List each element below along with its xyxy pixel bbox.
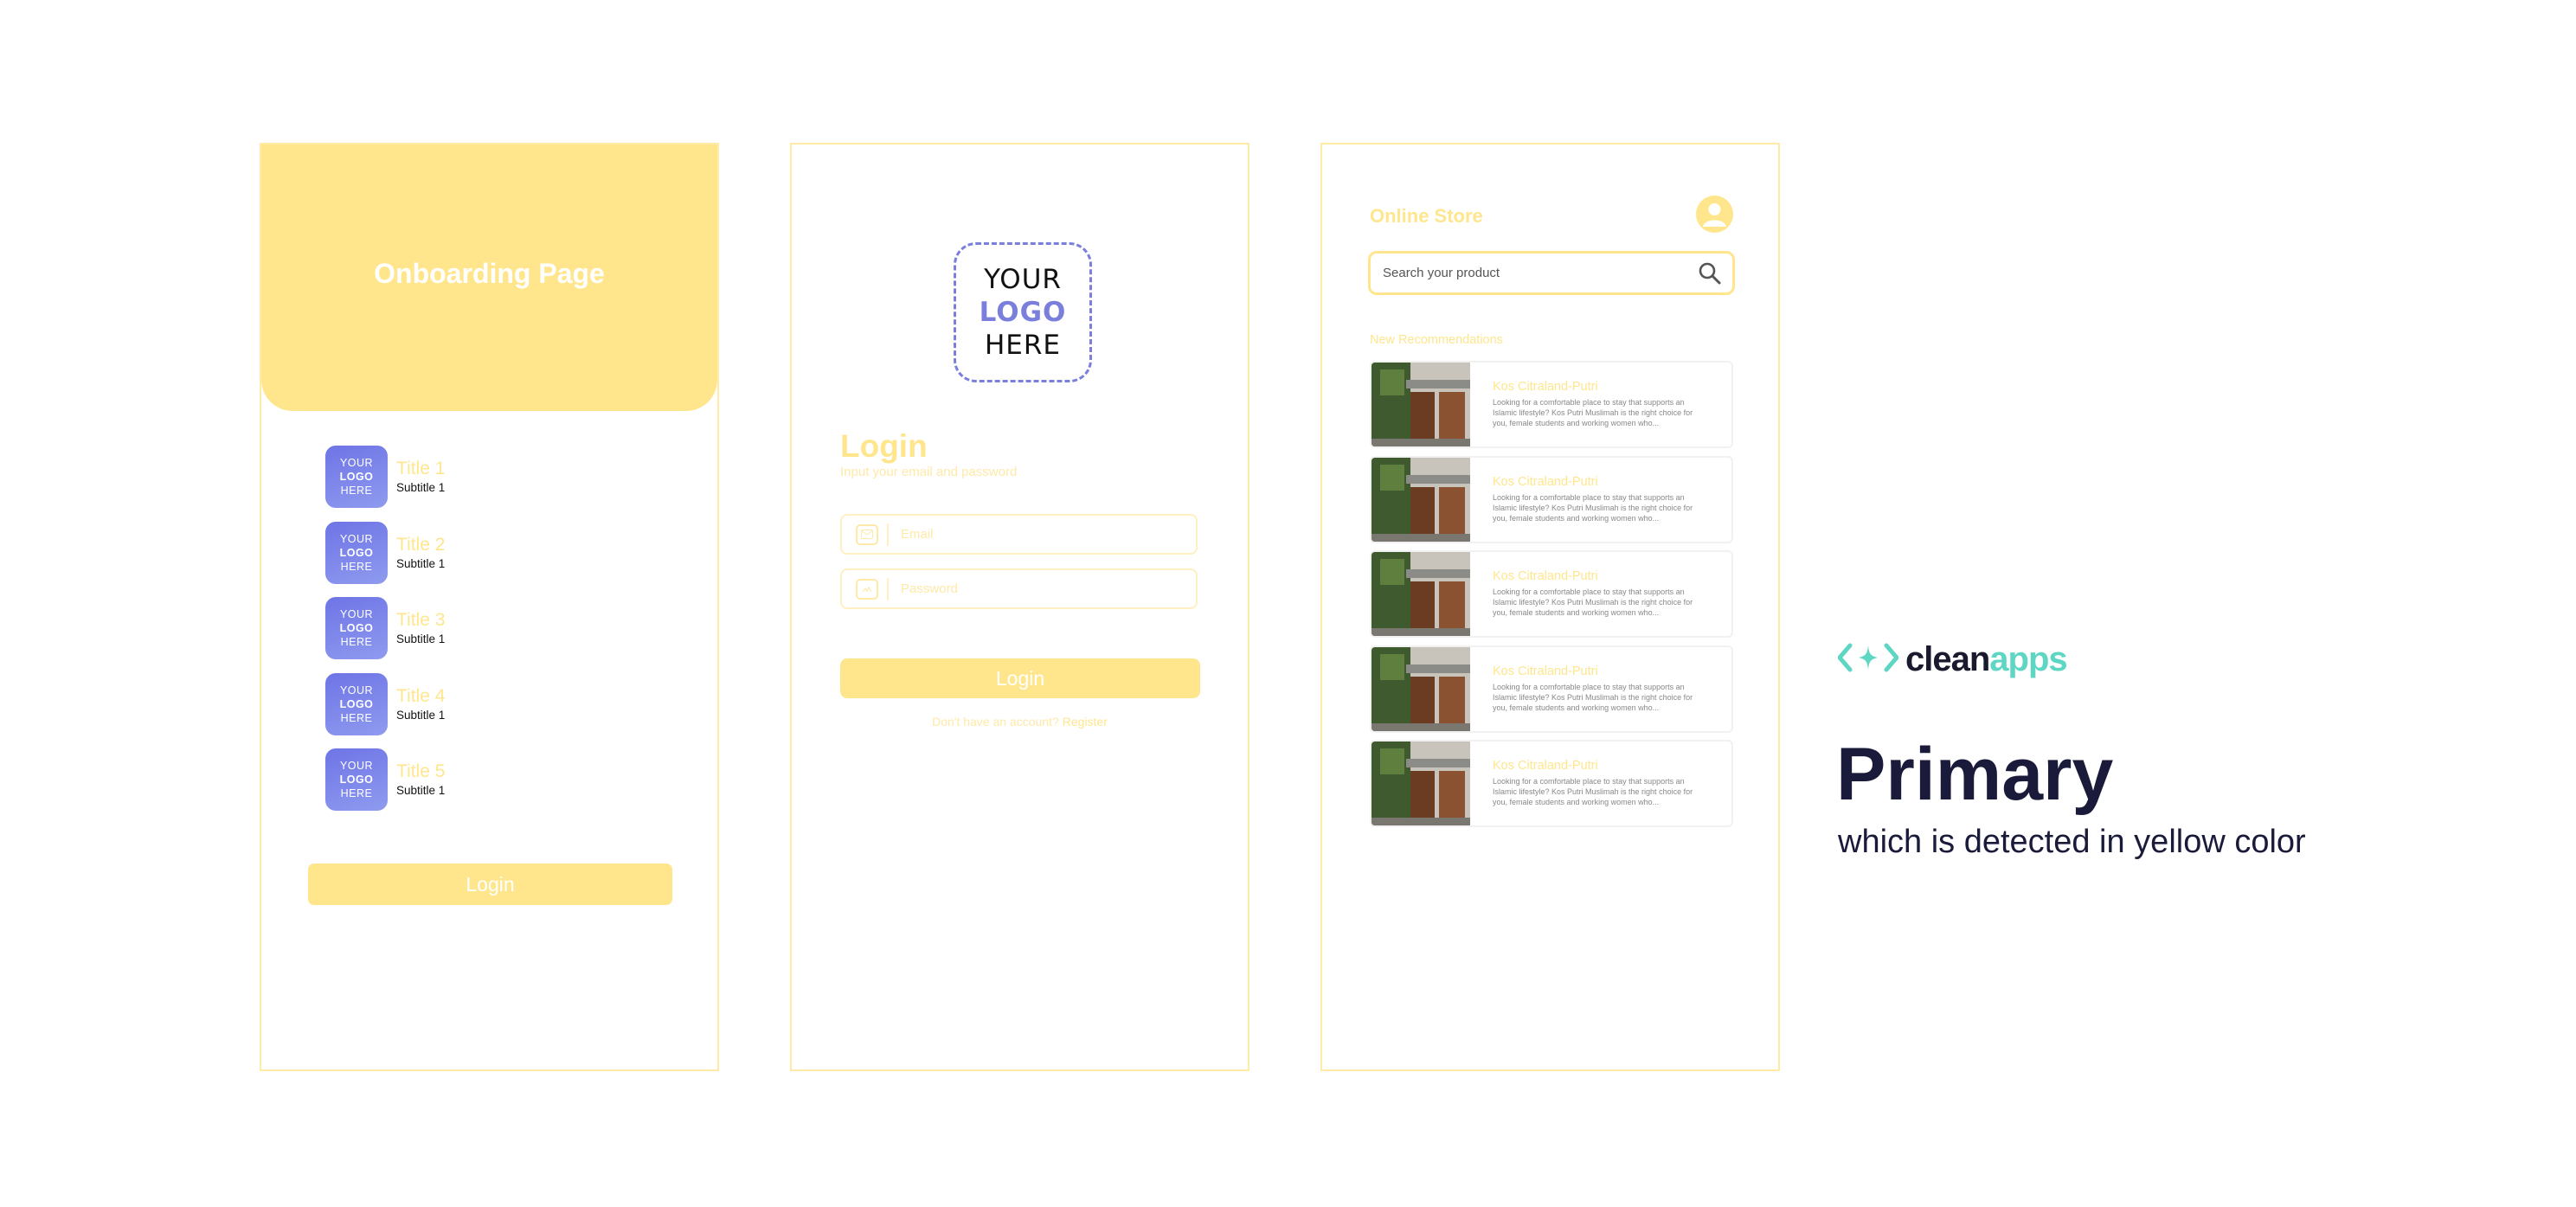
register-prompt: Don't have an account? Register [792,715,1248,729]
password-placeholder: Password [901,581,958,596]
logo-placeholder: YOUR LOGO HERE [954,242,1092,382]
product-card[interactable]: Kos Citraland-Putri Looking for a comfor… [1370,740,1733,827]
login-subtitle: Input your email and password [840,465,1018,479]
product-title: Kos Citraland-Putri [1493,474,1598,489]
product-title: Kos Citraland-Putri [1493,569,1598,583]
login-title: Login [840,428,928,464]
product-card[interactable]: Kos Citraland-Putri Looking for a comfor… [1370,550,1733,638]
logo-placeholder: YOUR LOGO HERE [325,521,388,584]
list-item-subtitle: Subtitle 1 [396,632,446,645]
product-image [1372,646,1470,731]
onboarding-title: Onboarding Page [374,257,605,289]
login-screen: YOUR LOGO HERE Login Input your email an… [790,143,1249,1071]
list-item-title: Title 3 [396,610,446,630]
list-item-subtitle: Subtitle 1 [396,708,446,722]
product-description: Looking for a comfortable place to stay … [1493,777,1693,806]
list-item-title: Title 2 [396,534,446,555]
list-item-title: Title 5 [396,761,446,781]
section-title: New Recommendations [1370,333,1503,347]
product-title: Kos Citraland-Putri [1493,380,1598,394]
search-placeholder: Search your product [1383,266,1500,280]
login-button[interactable]: Login [840,658,1200,698]
field-divider [887,523,889,546]
list-item-title: Title 4 [396,685,446,706]
list-item[interactable]: YOUR LOGO HERE Title 1 Subtitle 1 [325,446,445,508]
brand-wordmark: cleanapps [1905,640,2068,678]
product-title: Kos Citraland-Putri [1493,664,1598,678]
product-description: Looking for a comfortable place to stay … [1493,682,1693,712]
logo-placeholder: YOUR LOGO HERE [325,597,388,659]
register-prompt-text: Don't have an account? [932,715,1059,729]
list-item-subtitle: Subtitle 1 [396,784,446,797]
search-icon[interactable] [1698,261,1722,286]
primary-subheading: which is detected in yellow color [1838,824,2306,860]
register-link[interactable]: Register [1063,715,1108,729]
product-card[interactable]: Kos Citraland-Putri Looking for a comfor… [1370,361,1733,448]
product-image [1372,742,1470,825]
onboarding-header: Onboarding Page [261,144,717,411]
field-divider [887,577,889,600]
logo-placeholder: YOUR LOGO HERE [325,672,388,735]
onboarding-list: YOUR LOGO HERE Title 1 Subtitle 1 YOUR L… [325,446,445,825]
onboarding-login-button[interactable]: Login [308,864,672,905]
logo-placeholder: YOUR LOGO HERE [325,748,388,811]
search-input[interactable]: Search your product [1368,251,1735,295]
list-item[interactable]: YOUR LOGO HERE Title 4 Subtitle 1 [325,672,446,735]
product-image [1372,363,1470,446]
list-item[interactable]: YOUR LOGO HERE Title 3 Subtitle 1 [325,597,445,659]
product-image [1372,552,1470,636]
lock-icon [856,578,878,600]
store-title: Online Store [1370,205,1483,227]
password-field[interactable]: Password [840,568,1198,609]
cleanapps-logo: cleanapps [1837,640,2068,679]
email-placeholder: Email [901,527,934,542]
product-card[interactable]: Kos Citraland-Putri Looking for a comfor… [1370,645,1733,733]
onboarding-screen: Onboarding Page YOUR LOGO HERE Title 1 S… [260,143,719,1071]
cleanapps-logo-icon [1837,640,1899,679]
product-list: Kos Citraland-Putri Looking for a comfor… [1370,361,1733,835]
product-description: Looking for a comfortable place to stay … [1493,492,1693,523]
user-avatar-icon[interactable] [1696,196,1733,233]
list-item-subtitle: Subtitle 1 [396,556,446,570]
store-screen: Online Store Search your product New Rec… [1320,143,1780,1071]
product-title: Kos Citraland-Putri [1493,759,1598,773]
email-icon [856,523,878,545]
email-field[interactable]: Email [840,514,1198,555]
primary-heading: Primary [1836,733,2114,816]
product-description: Looking for a comfortable place to stay … [1493,398,1693,427]
list-item-subtitle: Subtitle 1 [396,481,446,494]
list-item[interactable]: YOUR LOGO HERE Title 5 Subtitle 1 [325,748,445,811]
product-image [1372,457,1470,542]
logo-placeholder: YOUR LOGO HERE [325,446,388,508]
list-item[interactable]: YOUR LOGO HERE Title 2 Subtitle 1 [325,521,446,584]
list-item-title: Title 1 [396,459,446,478]
product-card[interactable]: Kos Citraland-Putri Looking for a comfor… [1370,455,1733,543]
product-description: Looking for a comfortable place to stay … [1493,587,1693,617]
